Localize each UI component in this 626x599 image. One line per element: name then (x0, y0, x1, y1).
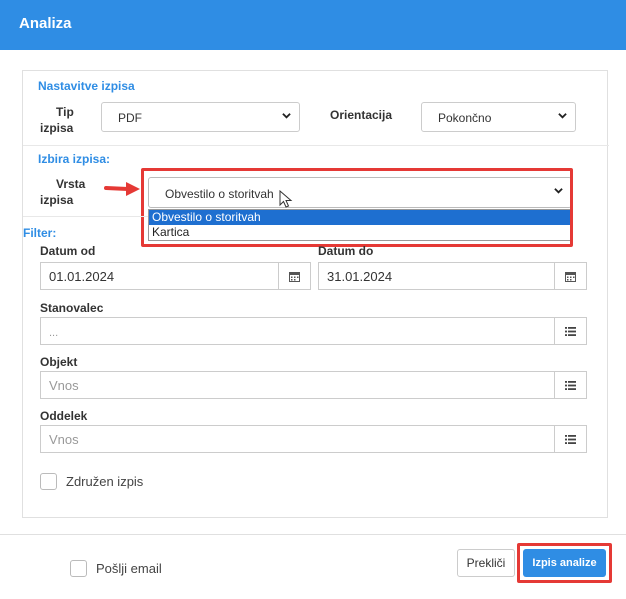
section-divider (23, 145, 609, 146)
vrsta-label-line2: izpisa (40, 193, 74, 207)
date-to-input[interactable]: 31.01.2024 (318, 262, 587, 290)
stanovalec-input[interactable]: ... (40, 317, 587, 345)
oddelek-list-button[interactable] (554, 425, 587, 453)
date-from-value: 01.01.2024 (49, 269, 115, 284)
list-icon (565, 434, 576, 444)
tip-select-value: PDF (118, 111, 142, 125)
combined-print-checkbox[interactable] (40, 473, 57, 490)
send-email-label: Pošlji email (96, 561, 162, 576)
settings-section-title: Nastavitve izpisa (38, 79, 135, 93)
objekt-input[interactable]: Vnos (40, 371, 587, 399)
calendar-icon (289, 271, 300, 282)
stanovalec-list-button[interactable] (554, 317, 587, 345)
tip-select[interactable]: PDF (101, 102, 300, 132)
stanovalec-label: Stanovalec (40, 301, 104, 315)
cancel-button[interactable]: Prekliči (457, 549, 515, 577)
objekt-list-button[interactable] (554, 371, 587, 399)
highlight-box (517, 543, 612, 583)
selection-section-title: Izbira izpisa: (38, 152, 111, 166)
date-from-input[interactable]: 01.01.2024 (40, 262, 311, 290)
chevron-down-icon (282, 113, 291, 119)
date-from-label: Datum od (40, 244, 96, 258)
analysis-dialog: Analiza Nastavitve izpisa Tip izpisa PDF… (0, 0, 626, 599)
objekt-label: Objekt (40, 355, 78, 369)
date-to-label: Datum do (318, 244, 374, 258)
orientation-select[interactable]: Pokončno (421, 102, 576, 132)
list-icon (565, 380, 576, 390)
section-divider (23, 216, 148, 217)
list-icon (565, 326, 576, 336)
send-email-checkbox[interactable] (70, 560, 87, 577)
red-arrow-icon (104, 182, 140, 196)
calendar-icon (565, 271, 576, 282)
tip-label-line1: Tip (56, 105, 74, 119)
vrsta-label-line1: Vrsta (56, 177, 86, 191)
orientation-select-value: Pokončno (438, 111, 492, 125)
highlight-box (141, 168, 573, 247)
objekt-placeholder: Vnos (49, 378, 79, 393)
footer-divider (0, 534, 626, 535)
tip-label-line2: izpisa (40, 121, 74, 135)
oddelek-input[interactable]: Vnos (40, 425, 587, 453)
combined-print-label: Združen izpis (66, 474, 144, 489)
oddelek-label: Oddelek (40, 409, 88, 423)
oddelek-placeholder: Vnos (49, 432, 79, 447)
chevron-down-icon (558, 113, 567, 119)
stanovalec-placeholder: ... (49, 327, 59, 339)
orientation-label: Orientacija (330, 108, 393, 122)
filter-section-title: Filter: (23, 226, 57, 240)
dialog-title: Analiza (0, 0, 626, 50)
date-to-calendar-button[interactable] (554, 262, 587, 290)
date-from-calendar-button[interactable] (278, 262, 311, 290)
date-to-value: 31.01.2024 (327, 269, 393, 284)
